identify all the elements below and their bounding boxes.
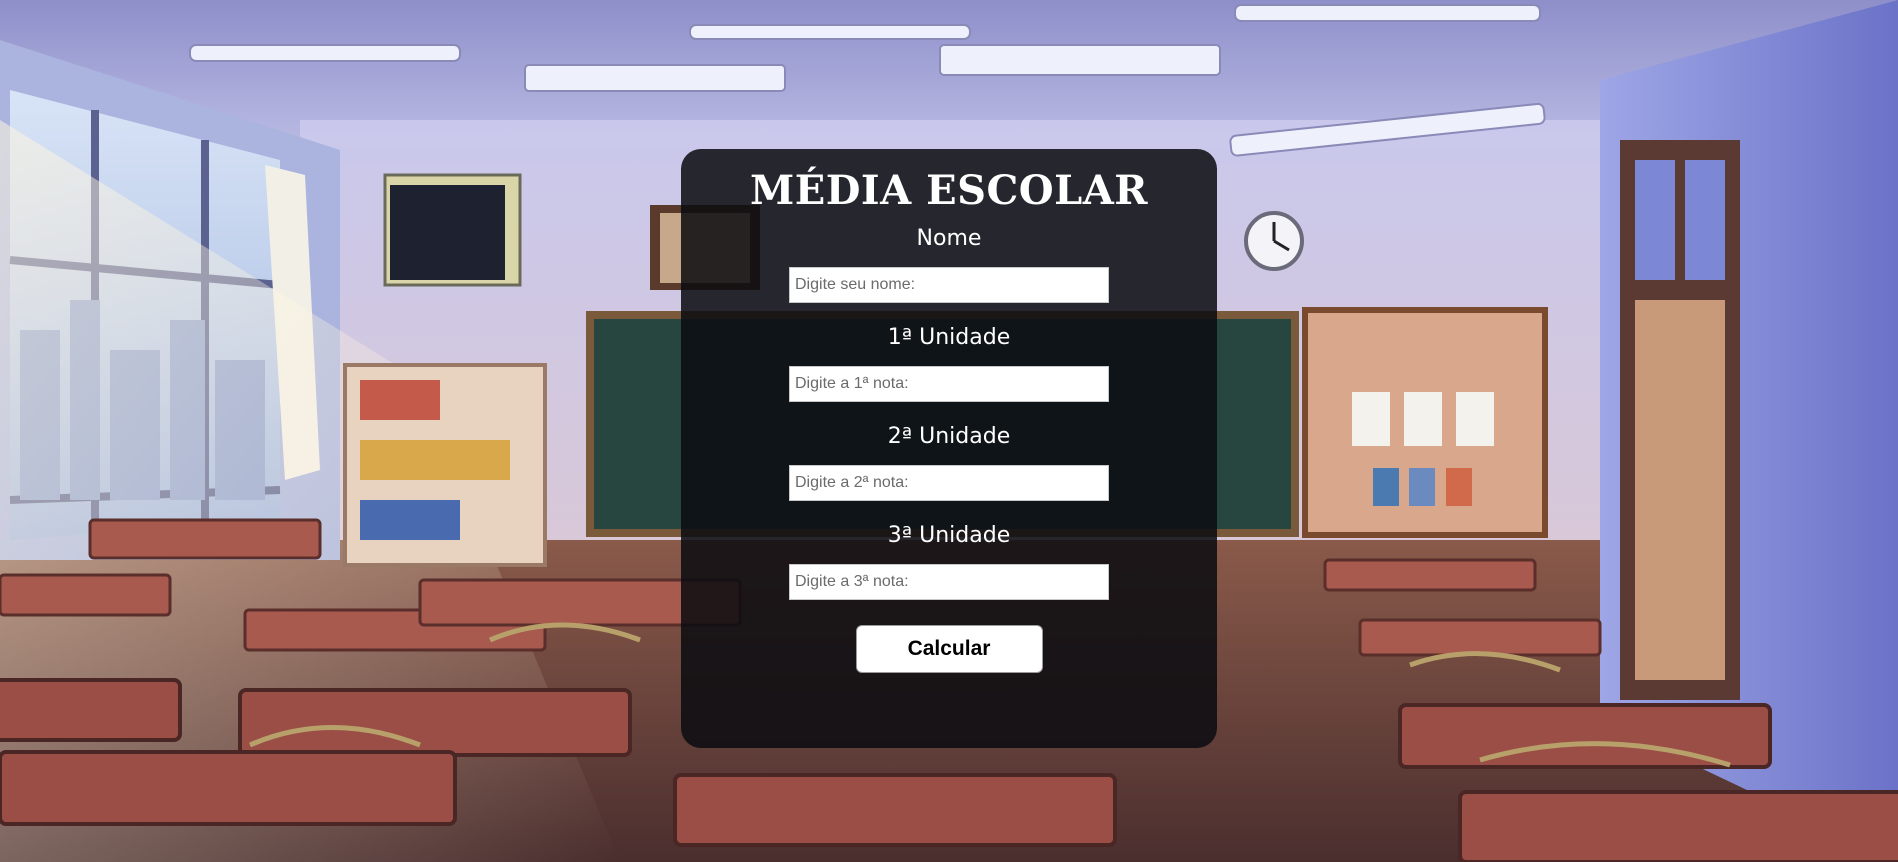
page-title: MÉDIA ESCOLAR (749, 167, 1149, 214)
unit2-grade-input[interactable] (789, 465, 1109, 501)
unit1-grade-input[interactable] (789, 366, 1109, 402)
unit1-label: 1ª Unidade (887, 325, 1011, 350)
unit3-grade-input[interactable] (789, 564, 1109, 600)
ceiling-tv-icon (383, 173, 522, 287)
unit3-label: 3ª Unidade (887, 523, 1011, 548)
average-form-panel: MÉDIA ESCOLAR Nome 1ª Unidade 2ª Unidade… (681, 149, 1217, 748)
unit2-label: 2ª Unidade (887, 424, 1011, 449)
name-input[interactable] (789, 267, 1109, 303)
wall-clock-icon (1244, 211, 1304, 271)
calculate-button[interactable]: Calcular (855, 625, 1043, 673)
name-label: Nome (916, 226, 982, 251)
